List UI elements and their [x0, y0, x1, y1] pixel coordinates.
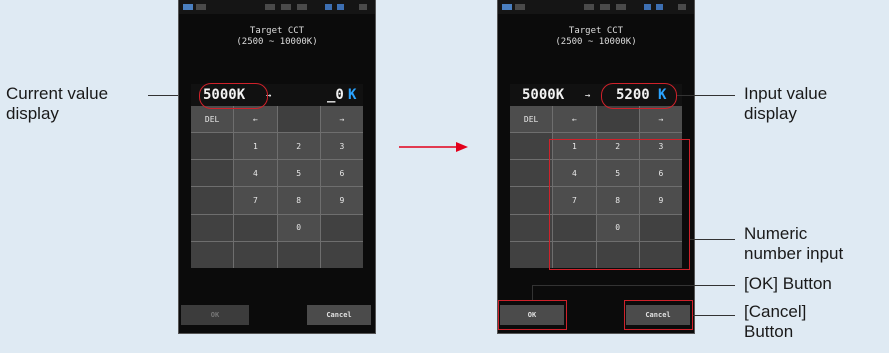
- input-value-label: Input value display: [744, 84, 828, 123]
- key-2[interactable]: 2: [277, 133, 320, 160]
- blank-key: [510, 241, 553, 268]
- numeric-input-callout: [549, 139, 690, 270]
- ok-button-leader: [532, 285, 735, 286]
- transition-arrow-icon: [399, 142, 468, 152]
- blank-key: [277, 241, 320, 268]
- delete-key[interactable]: DEL: [510, 106, 553, 133]
- status-icon: [616, 4, 626, 10]
- key-5[interactable]: 5: [277, 160, 320, 187]
- blank-key: [191, 133, 234, 160]
- blank-key: [510, 187, 553, 214]
- bluetooth-icon: [644, 4, 651, 10]
- blank-key: [320, 214, 363, 241]
- blank-key: [191, 160, 234, 187]
- meter-screen-before: Target CCT (2500 ~ 10000K) 5000K → _0 K …: [179, 0, 375, 333]
- arrow-icon: →: [585, 91, 591, 101]
- input-value-callout: [601, 83, 677, 109]
- blank-key: [234, 241, 277, 268]
- ok-button-leader: [532, 285, 533, 300]
- status-icon: [678, 4, 686, 10]
- battery-icon: [502, 4, 512, 10]
- input-value: _0: [327, 87, 344, 103]
- status-icon: [359, 4, 367, 10]
- status-bar: [179, 0, 375, 14]
- cancel-button-label: [Cancel] Button: [744, 302, 807, 341]
- status-icon: [584, 4, 594, 10]
- battery-icon: [183, 4, 193, 10]
- current-value-callout: [199, 83, 268, 109]
- mode-icon: [515, 4, 525, 10]
- status-icon: [600, 4, 610, 10]
- screen-subtitle: (2500 ~ 10000K): [236, 37, 318, 47]
- status-icon: [297, 4, 307, 10]
- left-arrow-key[interactable]: ←: [553, 106, 596, 133]
- cancel-button-callout: [624, 300, 693, 330]
- blank-key: [191, 241, 234, 268]
- cancel-button-leader: [693, 315, 735, 316]
- screen-title: Target CCT: [249, 26, 305, 36]
- ok-button[interactable]: OK: [181, 305, 249, 325]
- key-7[interactable]: 7: [234, 187, 277, 214]
- blank-key: [191, 214, 234, 241]
- numeric-input-label: Numeric number input: [744, 224, 844, 263]
- blank-key: [596, 106, 639, 133]
- blank-key: [234, 214, 277, 241]
- right-arrow-key[interactable]: →: [320, 106, 363, 133]
- right-arrow-key[interactable]: →: [639, 106, 682, 133]
- numeric-input-leader: [690, 239, 735, 240]
- signal-icon: [337, 4, 344, 10]
- blank-key: [510, 160, 553, 187]
- blank-key: [510, 133, 553, 160]
- current-value-label: Current value display: [6, 84, 109, 123]
- key-0[interactable]: 0: [277, 214, 320, 241]
- status-icon: [281, 4, 291, 10]
- current-value: 5000K: [522, 87, 565, 103]
- cancel-button[interactable]: Cancel: [307, 305, 371, 325]
- keypad: DEL ← → 1 2 3 4 5 6 7 8 9 0: [191, 106, 363, 268]
- key-8[interactable]: 8: [277, 187, 320, 214]
- key-1[interactable]: 1: [234, 133, 277, 160]
- bluetooth-icon: [325, 4, 332, 10]
- mode-icon: [196, 4, 206, 10]
- blank-key: [191, 187, 234, 214]
- key-4[interactable]: 4: [234, 160, 277, 187]
- blank-key: [277, 106, 320, 133]
- ok-button-label: [OK] Button: [744, 274, 832, 293]
- blank-key: [320, 241, 363, 268]
- key-3[interactable]: 3: [320, 133, 363, 160]
- key-9[interactable]: 9: [320, 187, 363, 214]
- screen-subtitle: (2500 ~ 10000K): [555, 37, 637, 47]
- screen-title: Target CCT: [568, 26, 624, 36]
- blank-key: [510, 214, 553, 241]
- status-bar: [498, 0, 694, 14]
- status-icon: [265, 4, 275, 10]
- key-6[interactable]: 6: [320, 160, 363, 187]
- input-value-leader: [677, 95, 735, 96]
- unit-label: K: [348, 87, 357, 103]
- left-arrow-key[interactable]: ←: [234, 106, 277, 133]
- ok-button-callout: [498, 300, 567, 330]
- delete-key[interactable]: DEL: [191, 106, 234, 133]
- signal-icon: [656, 4, 663, 10]
